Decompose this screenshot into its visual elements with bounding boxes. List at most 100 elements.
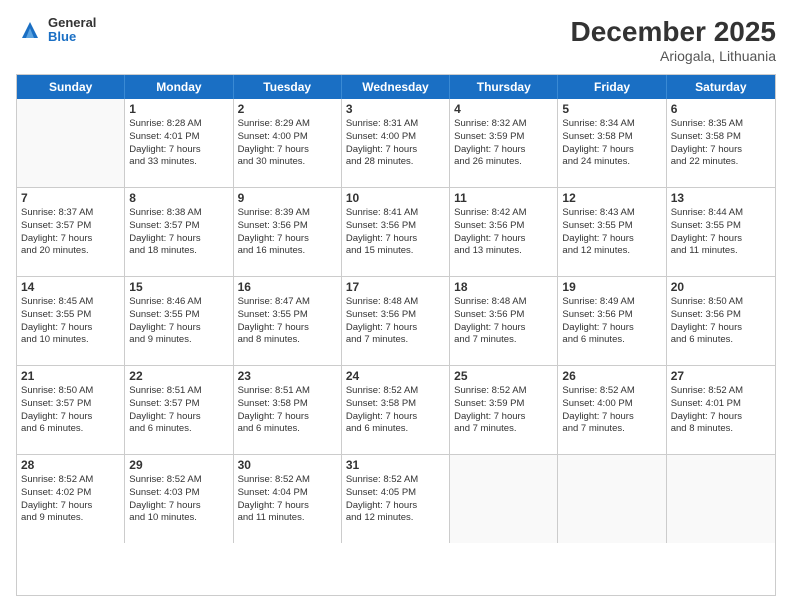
calendar-cell: 25 Sunrise: 8:52 AM Sunset: 3:59 PM Dayli… — [450, 366, 558, 454]
day-header-friday: Friday — [558, 75, 666, 99]
day-number: 21 — [21, 369, 120, 383]
day-header-sunday: Sunday — [17, 75, 125, 99]
calendar-cell: 27 Sunrise: 8:52 AM Sunset: 4:01 PM Dayli… — [667, 366, 775, 454]
day-info: Sunrise: 8:35 AM Sunset: 3:58 PM Dayligh… — [671, 118, 771, 169]
day-number: 6 — [671, 102, 771, 116]
day-number: 20 — [671, 280, 771, 294]
calendar-cell — [558, 455, 666, 543]
day-info: Sunrise: 8:44 AM Sunset: 3:55 PM Dayligh… — [671, 207, 771, 258]
page: General Blue December 2025 Ariogala, Lit… — [0, 0, 792, 612]
day-info: Sunrise: 8:28 AM Sunset: 4:01 PM Dayligh… — [129, 118, 228, 169]
calendar-cell: 24 Sunrise: 8:52 AM Sunset: 3:58 PM Dayli… — [342, 366, 450, 454]
day-number: 18 — [454, 280, 553, 294]
day-info: Sunrise: 8:48 AM Sunset: 3:56 PM Dayligh… — [346, 296, 445, 347]
calendar-cell: 4Sunrise: 8:32 AM Sunset: 3:59 PM Daylig… — [450, 99, 558, 187]
day-info: Sunrise: 8:46 AM Sunset: 3:55 PM Dayligh… — [129, 296, 228, 347]
day-number: 17 — [346, 280, 445, 294]
title-block: December 2025 Ariogala, Lithuania — [571, 16, 776, 64]
calendar-cell: 9Sunrise: 8:39 AM Sunset: 3:56 PM Daylig… — [234, 188, 342, 276]
calendar-cell: 2 Sunrise: 8:29 AM Sunset: 4:00 PM Daylig… — [234, 99, 342, 187]
calendar-week-2: 7 Sunrise: 8:37 AM Sunset: 3:57 PM Daylig… — [17, 188, 775, 277]
calendar-cell: 26 Sunrise: 8:52 AM Sunset: 4:00 PM Dayli… — [558, 366, 666, 454]
day-number: 22 — [129, 369, 228, 383]
day-header-thursday: Thursday — [450, 75, 558, 99]
day-info: Sunrise: 8:52 AM Sunset: 4:05 PM Dayligh… — [346, 474, 445, 525]
day-number: 27 — [671, 369, 771, 383]
day-info: Sunrise: 8:45 AM Sunset: 3:55 PM Dayligh… — [21, 296, 120, 347]
day-number: 29 — [129, 458, 228, 472]
day-info: Sunrise: 8:34 AM Sunset: 3:58 PM Dayligh… — [562, 118, 661, 169]
calendar-body: 1 Sunrise: 8:28 AM Sunset: 4:01 PM Daylig… — [17, 99, 775, 543]
day-info: Sunrise: 8:48 AM Sunset: 3:56 PM Dayligh… — [454, 296, 553, 347]
calendar-header-row: SundayMondayTuesdayWednesdayThursdayFrid… — [17, 75, 775, 99]
calendar-cell: 17 Sunrise: 8:48 AM Sunset: 3:56 PM Dayli… — [342, 277, 450, 365]
day-number: 8 — [129, 191, 228, 205]
calendar-cell: 31 Sunrise: 8:52 AM Sunset: 4:05 PM Dayli… — [342, 455, 450, 543]
day-number: 16 — [238, 280, 337, 294]
day-number: 25 — [454, 369, 553, 383]
calendar-cell: 15 Sunrise: 8:46 AM Sunset: 3:55 PM Dayli… — [125, 277, 233, 365]
day-info: Sunrise: 8:52 AM Sunset: 3:59 PM Dayligh… — [454, 385, 553, 436]
day-header-wednesday: Wednesday — [342, 75, 450, 99]
calendar-title: December 2025 — [571, 16, 776, 48]
calendar-cell: 10Sunrise: 8:41 AM Sunset: 3:56 PM Dayli… — [342, 188, 450, 276]
calendar-cell: 11 Sunrise: 8:42 AM Sunset: 3:56 PM Dayli… — [450, 188, 558, 276]
day-number: 13 — [671, 191, 771, 205]
day-number: 23 — [238, 369, 337, 383]
day-number: 2 — [238, 102, 337, 116]
day-number: 26 — [562, 369, 661, 383]
day-header-saturday: Saturday — [667, 75, 775, 99]
calendar-cell: 23Sunrise: 8:51 AM Sunset: 3:58 PM Dayli… — [234, 366, 342, 454]
header: General Blue December 2025 Ariogala, Lit… — [16, 16, 776, 64]
calendar-cell: 30Sunrise: 8:52 AM Sunset: 4:04 PM Dayli… — [234, 455, 342, 543]
day-number: 19 — [562, 280, 661, 294]
day-number: 28 — [21, 458, 120, 472]
calendar-subtitle: Ariogala, Lithuania — [571, 48, 776, 64]
day-info: Sunrise: 8:52 AM Sunset: 4:03 PM Dayligh… — [129, 474, 228, 525]
day-number: 11 — [454, 191, 553, 205]
calendar-cell: 12 Sunrise: 8:43 AM Sunset: 3:55 PM Dayli… — [558, 188, 666, 276]
logo-blue: Blue — [48, 29, 76, 44]
day-info: Sunrise: 8:52 AM Sunset: 4:00 PM Dayligh… — [562, 385, 661, 436]
day-number: 31 — [346, 458, 445, 472]
calendar-week-1: 1 Sunrise: 8:28 AM Sunset: 4:01 PM Daylig… — [17, 99, 775, 188]
day-header-monday: Monday — [125, 75, 233, 99]
day-number: 3 — [346, 102, 445, 116]
day-number: 12 — [562, 191, 661, 205]
calendar-week-5: 28Sunrise: 8:52 AM Sunset: 4:02 PM Dayli… — [17, 455, 775, 543]
day-info: Sunrise: 8:29 AM Sunset: 4:00 PM Dayligh… — [238, 118, 337, 169]
day-info: Sunrise: 8:50 AM Sunset: 3:57 PM Dayligh… — [21, 385, 120, 436]
day-info: Sunrise: 8:43 AM Sunset: 3:55 PM Dayligh… — [562, 207, 661, 258]
calendar-cell: 5 Sunrise: 8:34 AM Sunset: 3:58 PM Daylig… — [558, 99, 666, 187]
day-number: 24 — [346, 369, 445, 383]
day-info: Sunrise: 8:42 AM Sunset: 3:56 PM Dayligh… — [454, 207, 553, 258]
day-info: Sunrise: 8:39 AM Sunset: 3:56 PM Dayligh… — [238, 207, 337, 258]
day-info: Sunrise: 8:52 AM Sunset: 3:58 PM Dayligh… — [346, 385, 445, 436]
day-info: Sunrise: 8:52 AM Sunset: 4:01 PM Dayligh… — [671, 385, 771, 436]
calendar-cell: 20 Sunrise: 8:50 AM Sunset: 3:56 PM Dayli… — [667, 277, 775, 365]
day-number: 7 — [21, 191, 120, 205]
calendar-cell: 29 Sunrise: 8:52 AM Sunset: 4:03 PM Dayli… — [125, 455, 233, 543]
calendar-cell: 22 Sunrise: 8:51 AM Sunset: 3:57 PM Dayli… — [125, 366, 233, 454]
calendar-cell: 28Sunrise: 8:52 AM Sunset: 4:02 PM Dayli… — [17, 455, 125, 543]
day-header-tuesday: Tuesday — [234, 75, 342, 99]
day-number: 4 — [454, 102, 553, 116]
calendar-cell — [17, 99, 125, 187]
calendar-cell: 7 Sunrise: 8:37 AM Sunset: 3:57 PM Daylig… — [17, 188, 125, 276]
day-number: 1 — [129, 102, 228, 116]
logo-general: General — [48, 15, 96, 30]
logo-icon — [16, 16, 44, 44]
day-info: Sunrise: 8:31 AM Sunset: 4:00 PM Dayligh… — [346, 118, 445, 169]
calendar-cell: 6 Sunrise: 8:35 AM Sunset: 3:58 PM Daylig… — [667, 99, 775, 187]
calendar-cell: 19Sunrise: 8:49 AM Sunset: 3:56 PM Dayli… — [558, 277, 666, 365]
day-info: Sunrise: 8:37 AM Sunset: 3:57 PM Dayligh… — [21, 207, 120, 258]
calendar-cell — [450, 455, 558, 543]
calendar-cell: 3 Sunrise: 8:31 AM Sunset: 4:00 PM Daylig… — [342, 99, 450, 187]
day-info: Sunrise: 8:51 AM Sunset: 3:57 PM Dayligh… — [129, 385, 228, 436]
day-number: 15 — [129, 280, 228, 294]
day-info: Sunrise: 8:50 AM Sunset: 3:56 PM Dayligh… — [671, 296, 771, 347]
calendar-cell: 8Sunrise: 8:38 AM Sunset: 3:57 PM Daylig… — [125, 188, 233, 276]
day-number: 5 — [562, 102, 661, 116]
calendar: SundayMondayTuesdayWednesdayThursdayFrid… — [16, 74, 776, 596]
day-info: Sunrise: 8:52 AM Sunset: 4:04 PM Dayligh… — [238, 474, 337, 525]
